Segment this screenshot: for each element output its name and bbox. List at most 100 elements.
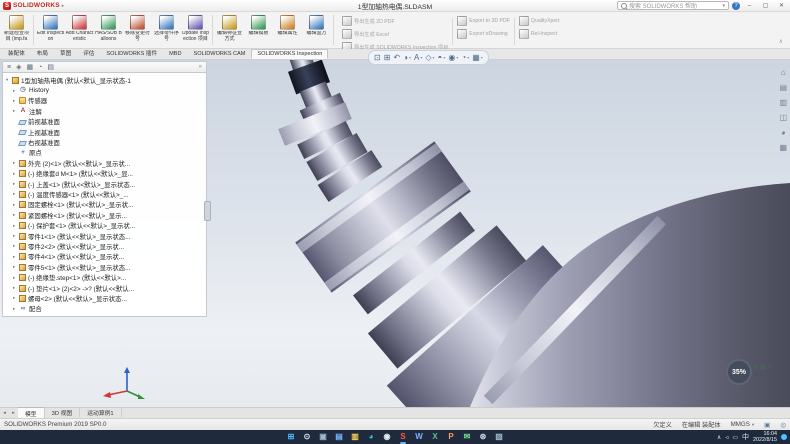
- tree-item[interactable]: ▸(-) 垫片<1> (2)<2> ->? (默认<<默认...: [3, 283, 206, 293]
- displaymanager-tab[interactable]: ▤: [47, 64, 54, 71]
- edge-button[interactable]: ◕: [365, 431, 377, 443]
- qualityxpert-button[interactable]: QualityXpert: [519, 16, 560, 26]
- tree-item[interactable]: +原点: [3, 148, 206, 158]
- tree-item[interactable]: ▸零件4<1> (默认<<默认>_显示状...: [3, 252, 206, 262]
- resources-home-icon[interactable]: ⌂: [781, 68, 786, 77]
- export-excel-button[interactable]: 导出生成 Excel: [342, 29, 448, 39]
- featuremanager-tree-tab[interactable]: ≡: [7, 64, 11, 71]
- has-sub-balloons-button[interactable]: HAS/SUB Balloons: [94, 13, 123, 47]
- annotation-view-button[interactable]: A▾: [414, 54, 422, 62]
- excel-button[interactable]: X: [429, 431, 441, 443]
- file-explorer-icon[interactable]: ▥: [779, 98, 787, 107]
- status-options-icon[interactable]: ◎: [780, 421, 786, 429]
- start-button[interactable]: ⊞: [285, 431, 297, 443]
- command-tab-4[interactable]: 评估: [77, 47, 100, 59]
- tree-item[interactable]: ▸螺母<2> (默认<<默认>_显示状态...: [3, 293, 206, 303]
- file-explorer-button[interactable]: ▥: [349, 431, 361, 443]
- custom-properties-tag-icon[interactable]: ▣: [764, 421, 770, 429]
- model-tab-3[interactable]: 运动算例1: [80, 407, 121, 417]
- view-orientation-button[interactable]: ◇▾: [425, 54, 434, 62]
- model-tab-2[interactable]: 3D 视图: [45, 407, 81, 417]
- maximize-button[interactable]: ▢: [759, 1, 772, 11]
- search-caret-icon[interactable]: ▾: [722, 3, 725, 9]
- model-tab-1[interactable]: 模型: [18, 407, 45, 418]
- tree-item[interactable]: ▾1型加轴热电偶 (默认<默认_显示状态-1: [3, 75, 206, 85]
- notes-button[interactable]: ▧: [493, 431, 505, 443]
- units-selector[interactable]: MMGS ▾: [731, 421, 755, 428]
- command-tab-3[interactable]: 草图: [54, 47, 77, 59]
- tab-scroll-right-icon[interactable]: ▸: [9, 410, 18, 418]
- command-tab-5[interactable]: SOLIDWORKS 插件: [100, 47, 163, 59]
- panel-splitter[interactable]: [204, 201, 211, 221]
- tree-item[interactable]: ▸固定螺栓<1> (默认<<默认>_显示状...: [3, 200, 206, 210]
- tree-item[interactable]: ▸◷History: [3, 85, 206, 95]
- tree-item[interactable]: 上视基准面: [3, 127, 206, 137]
- edit-appearance-button[interactable]: ◔▾: [461, 54, 469, 62]
- search-input[interactable]: 搜索 SOLIDWORKS 帮助 ▾: [617, 1, 729, 10]
- command-tab-1[interactable]: 装配体: [2, 47, 31, 59]
- tree-item[interactable]: ▸A注解: [3, 106, 206, 116]
- hide-show-button[interactable]: ◉▾: [448, 54, 458, 62]
- new-inspection-project-button[interactable]: 新建检查项目 (imp.fa: [2, 13, 31, 47]
- edit-template-button[interactable]: 编辑模板: [244, 13, 273, 47]
- wechat-button[interactable]: ✉: [461, 431, 473, 443]
- settings-button[interactable]: ⊛: [477, 431, 489, 443]
- panel-overflow-chevron-icon[interactable]: »: [199, 64, 202, 70]
- rel-inspect-button[interactable]: Rel-Inspect: [519, 29, 560, 39]
- add-characteristic-button[interactable]: Add Characteristic: [65, 13, 94, 47]
- design-library-icon[interactable]: ▤: [779, 83, 787, 92]
- zoom-fit-button[interactable]: ⊡: [374, 54, 381, 62]
- view-palette-icon[interactable]: ◫: [779, 113, 787, 122]
- tree-item[interactable]: ▸传感器: [3, 96, 206, 106]
- section-view-button[interactable]: ◑▾: [403, 54, 411, 62]
- ime-indicator[interactable]: 中: [742, 432, 749, 442]
- widgets-button[interactable]: ▤: [333, 431, 345, 443]
- tree-item[interactable]: ▸零件2<2> (默认<<默认>_显示状...: [3, 241, 206, 251]
- ribbon-collapse-chevron-icon[interactable]: ∧: [774, 38, 788, 47]
- display-style-button[interactable]: ◓▾: [438, 54, 446, 62]
- battery-icon[interactable]: ▭: [732, 434, 738, 441]
- search-button[interactable]: ⊙: [301, 431, 313, 443]
- hidden-icons-chevron[interactable]: ∧: [717, 434, 721, 441]
- command-tab-6[interactable]: MBD: [163, 49, 187, 59]
- tree-item[interactable]: 右视基准面: [3, 137, 206, 147]
- previous-view-button[interactable]: ↶: [393, 54, 400, 62]
- tab-scroll-left-icon[interactable]: ◂: [0, 410, 9, 418]
- command-tab-7[interactable]: SOLIDWORKS CAM: [188, 49, 252, 59]
- export-2d-pdf-button[interactable]: 导出生成 2D PDF: [342, 16, 448, 26]
- tree-item[interactable]: ▸紧固螺栓<1> (默认<<默认>_显示...: [3, 210, 206, 220]
- export-edrawing-button[interactable]: Export eDrawing: [457, 29, 510, 39]
- remove-change-symbol-button[interactable]: 移除变更符号: [123, 13, 152, 47]
- dimxpertmanager-tab[interactable]: ◔: [38, 64, 42, 71]
- edit-inspection-button[interactable]: Edit Inspection: [36, 13, 65, 47]
- edit-supervision-button[interactable]: 编辑监方: [302, 13, 331, 47]
- word-button[interactable]: W: [413, 431, 425, 443]
- powerpoint-button[interactable]: P: [445, 431, 457, 443]
- tree-item[interactable]: ▸(-) 温度传感器<1> (默认<<默认>_...: [3, 189, 206, 199]
- appearances-icon[interactable]: ◕: [781, 128, 786, 137]
- tree-item[interactable]: ▸(-) 保护套<1> (默认<<默认>_显示状...: [3, 220, 206, 230]
- export-3d-pdf-button[interactable]: Export to 3D PDF: [457, 16, 510, 26]
- volume-icon[interactable]: ◃: [725, 434, 728, 441]
- chrome-button[interactable]: ◉: [381, 431, 393, 443]
- probe-section[interactable]: [278, 60, 382, 202]
- notification-badge[interactable]: [781, 434, 787, 440]
- command-tab-8[interactable]: SOLIDWORKS Inspection: [251, 49, 328, 59]
- help-icon[interactable]: ?: [732, 2, 740, 10]
- tree-item[interactable]: 前视基准面: [3, 117, 206, 127]
- tree-item[interactable]: ▸(-) 绝缘套d M<1> (默认<<默认>_显...: [3, 169, 206, 179]
- select-balloon-button[interactable]: 选择零件序号: [152, 13, 181, 47]
- zoom-area-button[interactable]: ⊞: [384, 54, 391, 62]
- custom-properties-icon[interactable]: ▦: [779, 143, 787, 152]
- task-view-button[interactable]: ▣: [317, 431, 329, 443]
- configurationmanager-tab[interactable]: ▦: [26, 64, 33, 71]
- tree-item[interactable]: ▸零件5<1> (默认<<默认>_显示状态...: [3, 262, 206, 272]
- minimize-button[interactable]: –: [743, 1, 756, 11]
- edit-properties-button[interactable]: 编辑属性: [273, 13, 302, 47]
- solidworks-button[interactable]: S: [397, 431, 409, 443]
- scene-button[interactable]: ▦▾: [472, 54, 483, 62]
- orientation-triad[interactable]: [100, 364, 146, 400]
- propertymanager-tab[interactable]: ◈: [16, 64, 21, 71]
- tree-item[interactable]: ▸(-) 上盖<1> (默认<<默认>_显示状态...: [3, 179, 206, 189]
- update-inspection-button[interactable]: Update Inspection 项目: [181, 13, 210, 47]
